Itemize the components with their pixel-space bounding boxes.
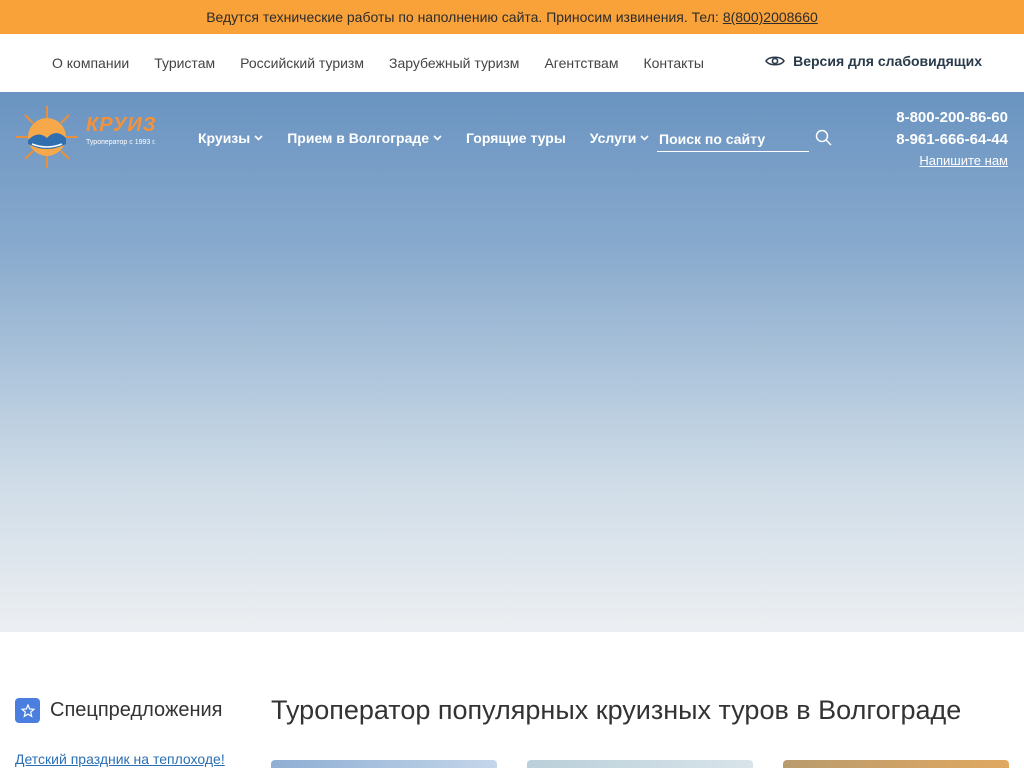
chevron-down-icon [640,135,649,141]
nav-item-label: Горящие туры [466,130,566,146]
notice-phone-link[interactable]: 8(800)2008660 [723,9,818,25]
logo-sun-icon [16,106,78,168]
nav-item-label: Услуги [589,130,637,146]
phone-primary[interactable]: 8-800-200-86-60 [896,107,1008,129]
contact-block: 8-800-200-86-60 8-961-666-64-44 Напишите… [896,107,1008,170]
search-icon[interactable] [815,129,833,147]
nav-item-label: Прием в Волгограде [287,130,430,146]
nav-item-services[interactable]: Услуги [590,130,650,146]
tour-card[interactable] [271,760,497,768]
top-nav-about[interactable]: О компании [52,55,129,71]
page-title: Туроператор популярных круизных туров в … [271,695,962,725]
logo[interactable]: КРУИЗ Туроператор с 1993 г. [14,106,174,168]
phone-secondary[interactable]: 8-961-666-64-44 [896,129,1008,151]
top-nav: О компании Туристам Российский туризм За… [0,34,1024,92]
main-nav: Круизы Прием в Волгограде Горящие туры У… [198,130,673,146]
top-nav-agencies[interactable]: Агентствам [544,55,618,71]
logo-brand: КРУИЗ [86,114,157,136]
accessibility-toggle[interactable]: Версия для слабовидящих [765,53,982,69]
nav-item-cruises[interactable]: Круизы [198,130,263,146]
top-nav-domestic[interactable]: Российский туризм [240,55,364,71]
chevron-down-icon [254,135,263,141]
top-nav-contacts[interactable]: Контакты [643,55,703,71]
write-us-link[interactable]: Напишите нам [919,153,1008,168]
nav-item-label: Круизы [198,130,251,146]
star-icon [15,698,40,723]
special-offer-link[interactable]: Детский праздник на теплоходе! [15,751,225,767]
search-input[interactable] [657,128,809,150]
chevron-down-icon [433,135,442,141]
eye-icon [765,56,786,66]
top-nav-tourists[interactable]: Туристам [154,55,215,71]
specials-title: Спецпредложения [50,699,223,721]
notice-bar: Ведутся технические работы по наполнению… [0,0,1024,34]
notice-text: Ведутся технические работы по наполнению… [206,9,719,25]
tour-card[interactable] [527,760,753,768]
logo-tagline: Туроператор с 1993 г. [86,139,156,146]
nav-item-hot-tours[interactable]: Горящие туры [466,130,566,146]
main-header: КРУИЗ Туроператор с 1993 г. Круизы Прием… [0,92,1024,182]
tour-card[interactable] [783,760,1009,768]
accessibility-label: Версия для слабовидящих [793,53,982,69]
search-field [657,128,809,152]
specials-header: Спецпредложения [15,698,223,723]
top-nav-links: О компании Туристам Российский туризм За… [52,34,729,92]
nav-item-volgograd[interactable]: Прием в Волгограде [287,130,442,146]
top-nav-foreign[interactable]: Зарубежный туризм [389,55,519,71]
